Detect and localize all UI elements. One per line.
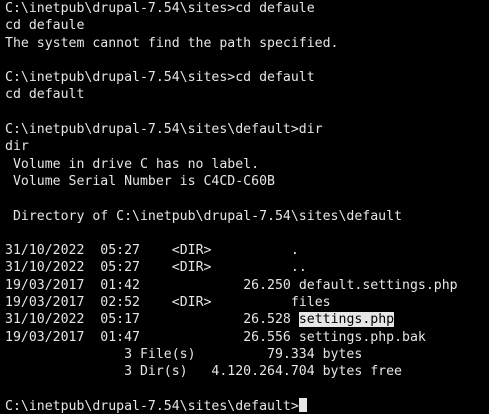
command-line: C:\inetpub\drupal-7.54\sites>cd default bbox=[5, 70, 315, 86]
listing-time: 02:52 bbox=[100, 295, 140, 311]
listing-row: 19/03/2017 01:42 26.250 default.settings… bbox=[5, 277, 489, 294]
listing-name-selected[interactable]: settings.php bbox=[298, 312, 395, 328]
volume-serial: Volume Serial Number is C4CD-C60B bbox=[5, 173, 275, 189]
listing-size: 26.528 bbox=[243, 312, 291, 328]
listing-type: <DIR> bbox=[171, 260, 212, 276]
text-cursor bbox=[298, 397, 307, 412]
command-line: C:\inetpub\drupal-7.54\sites\default>dir bbox=[5, 122, 323, 138]
command-echo: dir bbox=[5, 139, 29, 155]
listing-row: 31/10/2022 05:27 <DIR> . bbox=[5, 242, 489, 259]
listing-date: 31/10/2022 bbox=[5, 260, 85, 276]
listing-time: 05:27 bbox=[100, 243, 140, 259]
listing-name: .. bbox=[290, 260, 307, 276]
listing-time: 05:17 bbox=[100, 312, 140, 328]
listing-name: files bbox=[290, 295, 331, 311]
listing-row: 31/10/2022 05:27 <DIR> .. bbox=[5, 259, 489, 276]
error-message: The system cannot find the path specifie… bbox=[5, 35, 339, 51]
directory-of: Directory of C:\inetpub\drupal-7.54\site… bbox=[5, 208, 402, 224]
summary-files: 3 File(s) 79.334 bytes bbox=[5, 346, 363, 362]
command-echo: cd defaule bbox=[5, 18, 85, 34]
listing-time: 01:42 bbox=[100, 277, 140, 293]
listing-name: default.settings.php bbox=[298, 277, 458, 293]
dir-listing: 31/10/2022 05:27 <DIR> . 31/10/2022 05:2… bbox=[5, 242, 489, 346]
listing-name: . bbox=[290, 243, 299, 259]
summary-dirs: 3 Dir(s) 4.120.264.704 bytes free bbox=[5, 364, 402, 380]
listing-date: 31/10/2022 bbox=[5, 312, 85, 328]
listing-date: 19/03/2017 bbox=[5, 329, 85, 345]
listing-size: 26.250 bbox=[243, 277, 291, 293]
command-line: C:\inetpub\drupal-7.54\sites>cd defaule bbox=[5, 1, 315, 16]
listing-date: 19/03/2017 bbox=[5, 277, 85, 293]
listing-row: 19/03/2017 02:52 <DIR> files bbox=[5, 294, 489, 311]
listing-type: <DIR> bbox=[171, 295, 212, 311]
command-echo: cd default bbox=[5, 87, 85, 103]
input-line[interactable]: C:\inetpub\drupal-7.54\sites\default> bbox=[5, 397, 489, 414]
listing-date: 19/03/2017 bbox=[5, 295, 85, 311]
prompt-text: C:\inetpub\drupal-7.54\sites\default> bbox=[5, 398, 299, 414]
listing-type: <DIR> bbox=[171, 243, 212, 259]
listing-row: 19/03/2017 01:47 26.556 settings.php.bak bbox=[5, 329, 489, 346]
listing-name: settings.php.bak bbox=[298, 329, 426, 345]
volume-label: Volume in drive C has no label. bbox=[5, 156, 260, 172]
terminal-window[interactable]: C:\inetpub\drupal-7.54\sites>cd defaule … bbox=[0, 0, 489, 414]
listing-time: 05:27 bbox=[100, 260, 140, 276]
listing-row: 31/10/2022 05:17 26.528 settings.php bbox=[5, 311, 489, 328]
listing-time: 01:47 bbox=[100, 329, 140, 345]
listing-date: 31/10/2022 bbox=[5, 243, 85, 259]
listing-size: 26.556 bbox=[243, 329, 291, 345]
